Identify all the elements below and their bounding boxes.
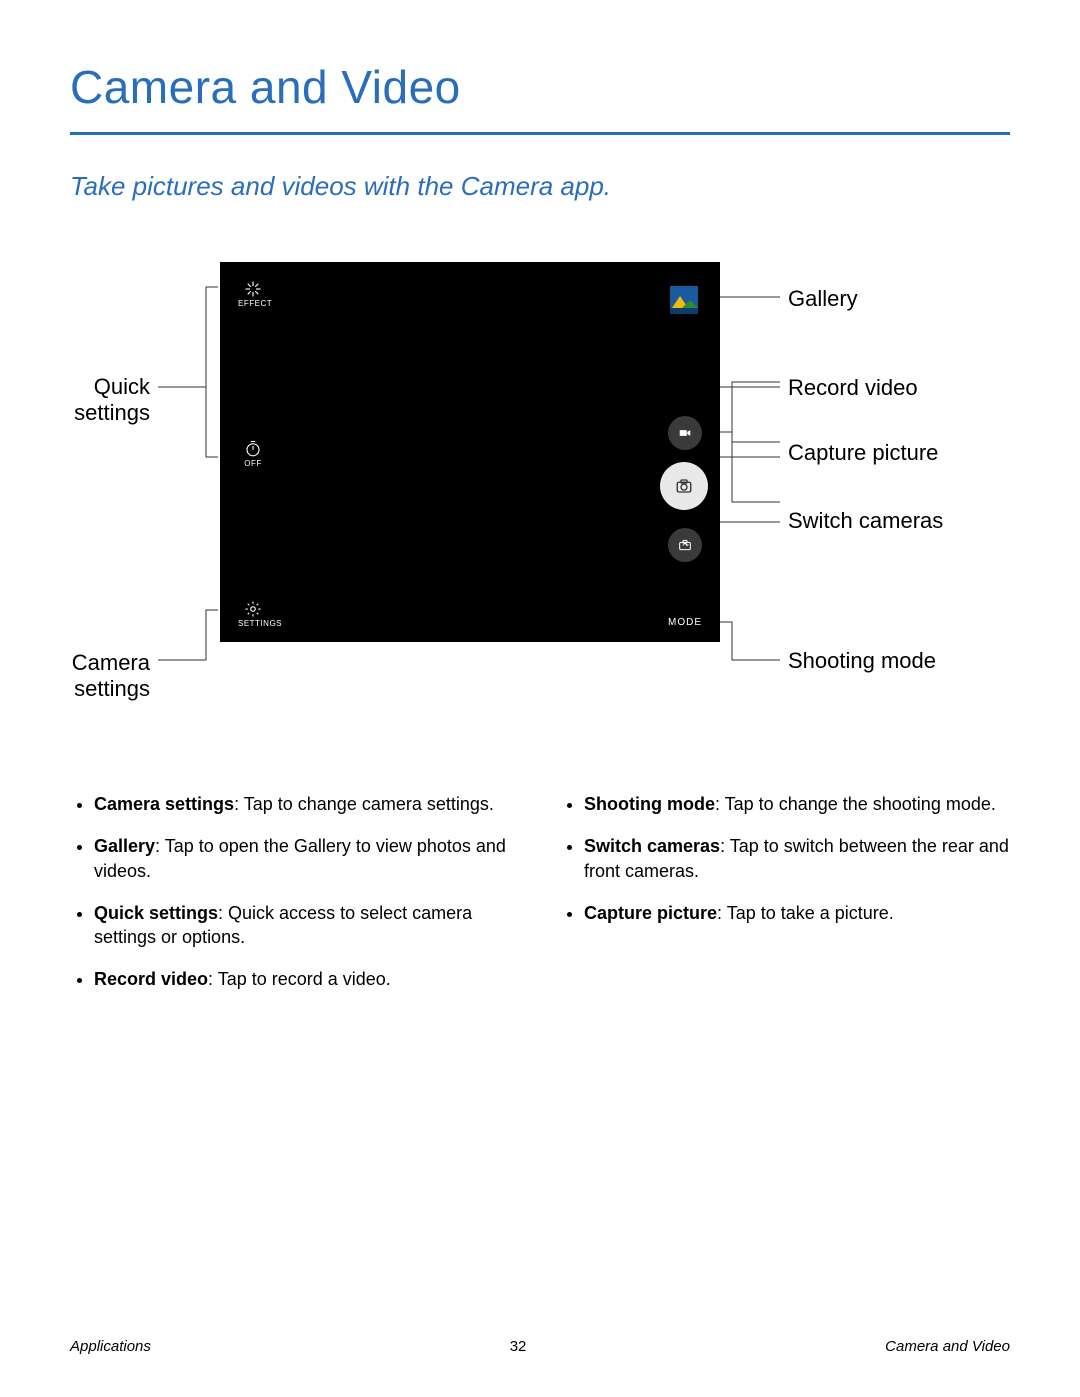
camera-diagram: Quick settings Camera settings Gallery R… — [70, 262, 1010, 722]
feature-description-columns: Camera settings: Tap to change camera se… — [70, 792, 1010, 1010]
gallery-thumbnail[interactable] — [670, 286, 698, 314]
leader-bracket-right — [720, 382, 780, 502]
leader-bracket-quick-settings — [158, 287, 218, 462]
leader-line-camera-settings — [158, 610, 218, 665]
list-item: Camera settings: Tap to change camera se… — [94, 792, 520, 816]
footer-left: Applications — [70, 1338, 151, 1355]
leader-line-record — [720, 387, 780, 388]
list-item: Record video: Tap to record a video. — [94, 967, 520, 991]
left-column: Camera settings: Tap to change camera se… — [70, 792, 520, 1010]
list-item: Switch cameras: Tap to switch between th… — [584, 834, 1010, 883]
callout-capture-picture: Capture picture — [788, 440, 938, 466]
settings-icon[interactable]: SETTINGS — [238, 600, 268, 628]
settings-label: SETTINGS — [238, 619, 268, 628]
right-bullet-list: Shooting mode: Tap to change the shootin… — [560, 792, 1010, 925]
callout-camera-settings: Camera settings — [70, 650, 150, 703]
page-subtitle: Take pictures and videos with the Camera… — [70, 171, 1010, 202]
leader-line-mode — [720, 622, 780, 662]
callout-record-video: Record video — [788, 375, 918, 401]
list-item: Shooting mode: Tap to change the shootin… — [584, 792, 1010, 816]
camera-screen: EFFECT OFF SETTINGS MODE — [220, 262, 720, 642]
effect-label: EFFECT — [238, 299, 268, 308]
callout-quick-settings: Quick settings — [70, 374, 150, 427]
list-item: Gallery: Tap to open the Gallery to view… — [94, 834, 520, 883]
list-item: Quick settings: Quick access to select c… — [94, 901, 520, 950]
callout-shooting-mode: Shooting mode — [788, 648, 936, 674]
timer-icon[interactable]: OFF — [238, 440, 268, 468]
capture-picture-button[interactable] — [660, 462, 708, 510]
leader-line-gallery — [720, 297, 780, 298]
list-item: Capture picture: Tap to take a picture. — [584, 901, 1010, 925]
record-video-button[interactable] — [668, 416, 702, 450]
left-bullet-list: Camera settings: Tap to change camera se… — [70, 792, 520, 992]
callout-switch-cameras: Switch cameras — [788, 508, 943, 534]
page-title: Camera and Video — [70, 60, 1010, 114]
effect-icon[interactable]: EFFECT — [238, 280, 268, 308]
footer-page-number: 32 — [510, 1338, 527, 1355]
footer-right: Camera and Video — [885, 1338, 1010, 1355]
leader-line-capture — [720, 457, 780, 458]
leader-line-switch — [720, 522, 780, 523]
title-rule — [70, 132, 1010, 135]
switch-cameras-button[interactable] — [668, 528, 702, 562]
mode-button[interactable]: MODE — [668, 617, 702, 628]
page-footer: Applications 32 Camera and Video — [70, 1338, 1010, 1355]
callout-gallery: Gallery — [788, 286, 858, 312]
timer-label: OFF — [238, 459, 268, 468]
right-column: Shooting mode: Tap to change the shootin… — [560, 792, 1010, 1010]
